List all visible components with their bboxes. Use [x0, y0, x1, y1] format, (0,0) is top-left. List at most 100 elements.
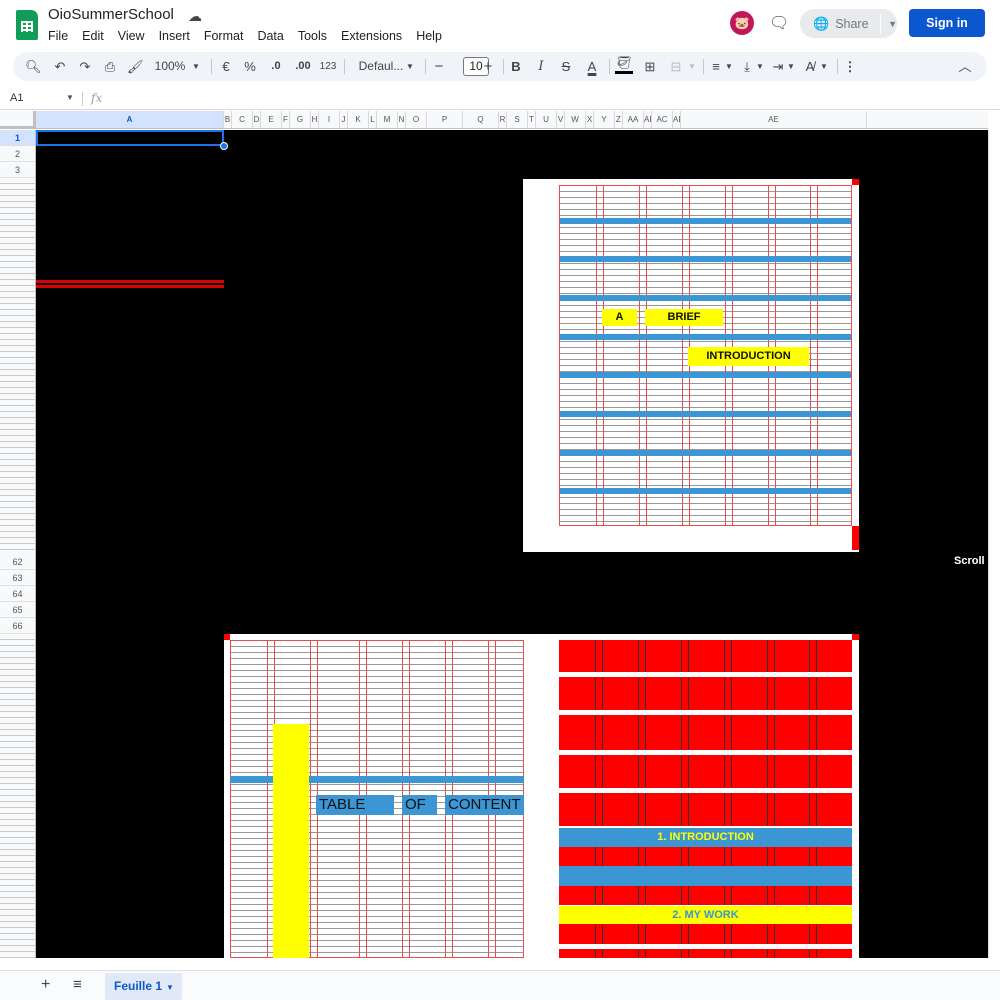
zoom-select[interactable]: 100% [153, 52, 187, 81]
sign-in-button[interactable]: Sign in [909, 9, 985, 37]
more-options-icon[interactable]: ⋮ [842, 52, 858, 81]
column-header-p[interactable]: P [427, 111, 463, 128]
toc-item-introduction[interactable]: 1. INTRODUCTION [559, 828, 852, 847]
menu-insert[interactable]: Insert [152, 27, 197, 45]
add-sheet-icon[interactable]: + [41, 976, 50, 994]
sheet-grid[interactable]: A BRIEF INTRODUCTION Scroll TABLE OF CON… [36, 130, 988, 958]
column-header-t[interactable]: T [528, 111, 536, 128]
increase-font-size-button[interactable]: + [480, 52, 496, 81]
rotation-dropdown-icon[interactable]: ▼ [819, 52, 829, 81]
text-rotation-icon[interactable]: A̸ [802, 52, 818, 81]
column-header-ab[interactable]: AB [644, 111, 652, 128]
anonymous-avatar-icon[interactable]: 🐷 [730, 11, 754, 35]
menu-file[interactable]: File [41, 27, 75, 45]
decrease-font-size-button[interactable]: − [431, 52, 447, 81]
column-header-s[interactable]: S [507, 111, 528, 128]
column-header-j[interactable]: J [340, 111, 348, 128]
column-header-aa[interactable]: AA [623, 111, 644, 128]
menu-edit[interactable]: Edit [75, 27, 111, 45]
fill-color-icon[interactable]: 🪣︎ [615, 52, 633, 74]
column-header-f[interactable]: F [282, 111, 290, 128]
text-wrapping-icon[interactable]: ⇥ [770, 52, 786, 81]
menu-data[interactable]: Data [250, 27, 290, 45]
column-header-k[interactable]: K [348, 111, 369, 128]
row-header-66[interactable]: 66 [0, 618, 35, 634]
cloud-status-icon[interactable]: ☁ [188, 8, 202, 25]
formula-input[interactable] [112, 91, 972, 107]
currency-format-button[interactable]: € [218, 52, 234, 81]
column-header-ad[interactable]: AD [673, 111, 681, 128]
row-header-64[interactable]: 64 [0, 586, 35, 602]
merge-cells-icon[interactable]: ⊟ [667, 52, 685, 81]
comment-history-icon[interactable]: 🗨 [769, 13, 789, 33]
borders-icon[interactable]: ⊞ [641, 52, 659, 81]
column-header-y[interactable]: Y [594, 111, 615, 128]
column-header-z[interactable]: Z [615, 111, 623, 128]
column-header-r[interactable]: R [499, 111, 507, 128]
document-title[interactable]: OioSummerSchool [48, 6, 174, 23]
horizontal-align-icon[interactable]: ≡ [708, 52, 724, 81]
italic-button[interactable]: I [533, 52, 549, 81]
collapse-toolbar-icon[interactable]: ︿ [957, 52, 973, 81]
row-header-62[interactable]: 62 [0, 554, 35, 570]
search-menus-icon[interactable]: 🔍︎ [25, 52, 42, 81]
increase-decimal-button[interactable]: .00 [291, 52, 315, 81]
undo-icon[interactable]: ↶ [52, 52, 68, 81]
column-header-a[interactable]: A [36, 111, 224, 128]
vertical-align-icon[interactable]: ⤓ [739, 52, 755, 81]
row-header-2[interactable]: 2 [0, 146, 35, 162]
toc-item-my-work[interactable]: 2. MY WORK [559, 906, 852, 924]
column-header-h[interactable]: H [311, 111, 319, 128]
column-header-x[interactable]: X [586, 111, 594, 128]
percent-format-button[interactable]: % [242, 52, 258, 81]
column-header-n[interactable]: N [398, 111, 406, 128]
decrease-decimal-button[interactable]: .0 [266, 52, 286, 81]
more-formats-button[interactable]: 123 [317, 52, 339, 81]
column-header-q[interactable]: Q [463, 111, 499, 128]
sheets-logo-icon[interactable] [16, 10, 38, 40]
menu-extensions[interactable]: Extensions [334, 27, 409, 45]
zoom-dropdown-icon[interactable]: ▼ [191, 52, 201, 81]
share-dropdown-icon[interactable]: ▼ [888, 19, 897, 29]
select-all-corner[interactable] [0, 111, 36, 129]
strikethrough-button[interactable]: S [558, 52, 574, 81]
halign-dropdown-icon[interactable]: ▼ [724, 52, 734, 81]
active-cell-a1[interactable] [36, 130, 224, 146]
column-header-g[interactable]: G [290, 111, 311, 128]
menu-view[interactable]: View [111, 27, 152, 45]
name-box[interactable]: A1 [10, 92, 23, 104]
font-family-select[interactable]: Defaul... [351, 52, 411, 81]
column-header-b[interactable]: B [224, 111, 232, 128]
selection-fill-handle[interactable] [220, 142, 228, 150]
merge-dropdown-icon[interactable]: ▼ [687, 52, 697, 81]
valign-dropdown-icon[interactable]: ▼ [755, 52, 765, 81]
column-header-v[interactable]: V [557, 111, 565, 128]
print-icon[interactable]: ⎙ [102, 52, 118, 81]
name-box-dropdown-icon[interactable]: ▼ [66, 93, 74, 102]
menu-tools[interactable]: Tools [291, 27, 334, 45]
paint-format-icon[interactable]: 🖌︎ [127, 52, 144, 81]
column-header-d[interactable]: D [253, 111, 261, 128]
font-dropdown-icon[interactable]: ▼ [405, 52, 415, 81]
all-sheets-menu-icon[interactable]: ≡ [73, 976, 82, 993]
column-header-m[interactable]: M [377, 111, 398, 128]
column-header-l[interactable]: L [369, 111, 377, 128]
column-header-u[interactable]: U [536, 111, 557, 128]
column-header-ac[interactable]: AC [652, 111, 673, 128]
row-header-1[interactable]: 1 [0, 130, 35, 146]
row-header-63[interactable]: 63 [0, 570, 35, 586]
menu-help[interactable]: Help [409, 27, 449, 45]
sheet-tab-feuille-1[interactable]: Feuille 1 ▼ [105, 973, 182, 1000]
row-header-3[interactable]: 3 [0, 162, 35, 178]
wrap-dropdown-icon[interactable]: ▼ [786, 52, 796, 81]
bold-button[interactable]: B [508, 52, 524, 81]
share-button[interactable]: 🌐 Share ▼ [800, 9, 897, 38]
column-header-w[interactable]: W [565, 111, 586, 128]
redo-icon[interactable]: ↷ [77, 52, 93, 81]
column-header-i[interactable]: I [319, 111, 340, 128]
sheet-tab-dropdown-icon[interactable]: ▼ [166, 983, 174, 992]
column-header-c[interactable]: C [232, 111, 253, 128]
column-header-ae[interactable]: AE [681, 111, 867, 128]
menu-format[interactable]: Format [197, 27, 251, 45]
row-header-65[interactable]: 65 [0, 602, 35, 618]
